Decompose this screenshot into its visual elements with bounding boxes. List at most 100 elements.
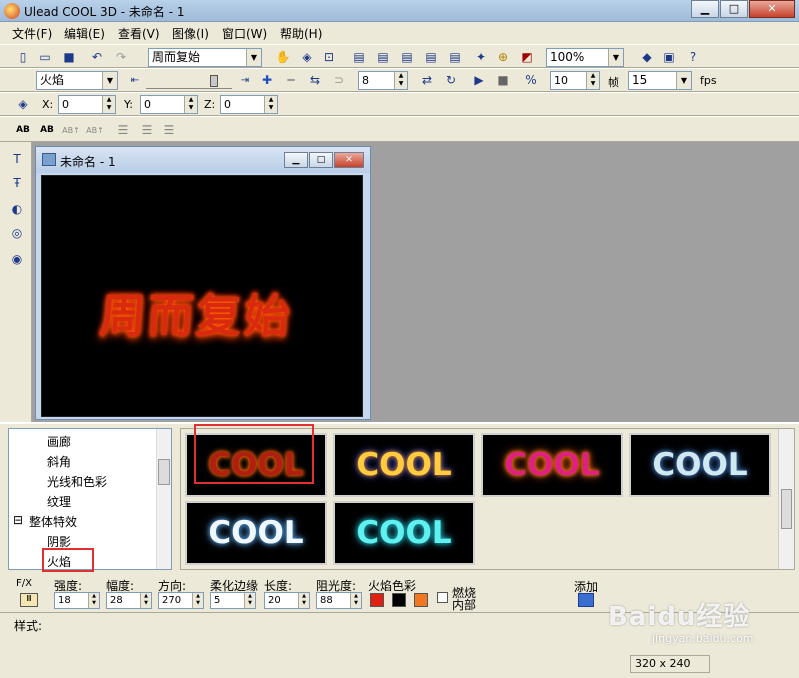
doc-maximize-button[interactable]: □: [309, 152, 333, 168]
opacity-spinner[interactable]: 88 ▲ ▼: [316, 592, 362, 609]
tree-item-gallery[interactable]: 画廊: [47, 433, 71, 450]
style-combo[interactable]: 周而复始 ▼: [148, 48, 262, 67]
fps-combo[interactable]: 15 ▼: [628, 71, 692, 90]
align-icon-2[interactable]: ▤: [374, 48, 392, 66]
reverse-icon[interactable]: ⇆: [306, 71, 324, 89]
x-spinner[interactable]: 0 ▲ ▼: [58, 95, 116, 114]
thumb-fire-3[interactable]: COOL: [481, 433, 623, 497]
amplitude-spinner[interactable]: 28 ▲ ▼: [106, 592, 152, 609]
frames-spinner[interactable]: 10 ▲ ▼: [550, 71, 600, 90]
plugin-icon[interactable]: ✦: [472, 48, 490, 66]
tree-scrollbar[interactable]: [156, 429, 171, 569]
y-spinner[interactable]: 0 ▲ ▼: [140, 95, 198, 114]
zoom-combo[interactable]: 100% ▼: [546, 48, 624, 67]
rotate-object-icon[interactable]: ◈: [298, 48, 316, 66]
thumb-fire-5[interactable]: COOL: [185, 501, 327, 565]
text-style-button-3[interactable]: AB↑: [62, 121, 80, 139]
edit-text-icon[interactable]: Ŧ: [8, 174, 26, 192]
maximize-button[interactable]: □: [720, 0, 748, 18]
editor-icon[interactable]: ◩: [518, 48, 536, 66]
align-right-icon[interactable]: ☰: [160, 121, 178, 139]
doc-minimize-button[interactable]: ▁: [284, 152, 308, 168]
strength-spinner[interactable]: 18 ▲ ▼: [54, 592, 100, 609]
open-folder-icon[interactable]: ▭: [36, 48, 54, 66]
z-spinner[interactable]: 0 ▲ ▼: [220, 95, 278, 114]
tree-item-bevel[interactable]: 斜角: [47, 453, 71, 470]
thumb-fire-6[interactable]: COOL: [333, 501, 475, 565]
cycle-icon[interactable]: ↻: [442, 71, 460, 89]
size-object-icon[interactable]: ⊡: [320, 48, 338, 66]
text-style-button-1[interactable]: AB: [14, 121, 32, 139]
frame-rate-icon[interactable]: %: [522, 71, 540, 89]
export-icon[interactable]: ◆: [638, 48, 656, 66]
remove-keyframe-icon[interactable]: ━: [282, 71, 300, 89]
soft-edge-spinner[interactable]: 5 ▲ ▼: [210, 592, 256, 609]
add-keyframe-icon[interactable]: ✚: [258, 71, 276, 89]
stop-icon[interactable]: ■: [494, 71, 512, 89]
toolbar-position: ◈ X: 0 ▲ ▼ Y: 0 ▲ ▼ Z: 0 ▲ ▼: [0, 92, 799, 116]
tree-scroll-thumb[interactable]: [158, 459, 170, 485]
save-icon[interactable]: ■: [60, 48, 78, 66]
insert-text-icon[interactable]: T: [8, 150, 26, 168]
canvas-fire-text: 周而复始: [97, 289, 294, 343]
object-manager-icon[interactable]: ◉: [8, 250, 26, 268]
gallery-scroll-thumb[interactable]: [781, 489, 792, 529]
menu-help[interactable]: 帮助(H): [280, 25, 322, 42]
timeline-slider[interactable]: [146, 75, 232, 89]
align-center-icon[interactable]: ☰: [138, 121, 156, 139]
menu-view[interactable]: 查看(V): [118, 25, 160, 42]
close-button[interactable]: ✕: [749, 0, 795, 18]
thumb-fire-2[interactable]: COOL: [333, 433, 475, 497]
frame-spinner[interactable]: 8 ▲ ▼: [358, 71, 408, 90]
preview-canvas[interactable]: 周而复始: [41, 175, 363, 417]
image-icon[interactable]: ▣: [660, 48, 678, 66]
align-icon-3[interactable]: ▤: [398, 48, 416, 66]
toolbar-text: AB AB AB↑ AB↑ ☰ ☰ ☰: [0, 116, 799, 142]
effect-combo[interactable]: 火焰 ▼: [36, 71, 118, 90]
document-window: 未命名 - 1 ▁ □ ✕ 周而复始: [35, 146, 371, 420]
text-style-button-4[interactable]: AB↑: [86, 121, 104, 139]
play-icon[interactable]: ▶: [470, 71, 488, 89]
menu-edit[interactable]: 编辑(E): [64, 25, 105, 42]
globe-icon[interactable]: ⊕: [494, 48, 512, 66]
minimize-button[interactable]: ▁: [691, 0, 719, 18]
fire-color-orange-swatch[interactable]: [414, 593, 428, 607]
title-bar: Ulead COOL 3D - 未命名 - 1 ▁ □ ✕: [0, 0, 799, 22]
burn-inner-checkbox[interactable]: [437, 592, 448, 603]
align-icon-1[interactable]: ▤: [350, 48, 368, 66]
fire-color-red-swatch[interactable]: [370, 593, 384, 607]
fire-color-label: 火焰色彩: [368, 579, 417, 593]
length-spinner[interactable]: 20 ▲ ▼: [264, 592, 310, 609]
insert-object-icon[interactable]: ◐: [8, 200, 26, 218]
tree-item-light-color[interactable]: 光线和色彩: [47, 473, 107, 490]
fire-color-black-swatch[interactable]: [392, 593, 406, 607]
loop-icon[interactable]: ⇄: [418, 71, 436, 89]
position-icon[interactable]: ◈: [14, 95, 32, 113]
menu-image[interactable]: 图像(I): [172, 25, 209, 42]
align-left-icon[interactable]: ☰: [114, 121, 132, 139]
thumb-fire-4[interactable]: COOL: [629, 433, 771, 497]
redo-icon[interactable]: ↷: [112, 48, 130, 66]
menu-window[interactable]: 窗口(W): [222, 25, 267, 42]
tree-collapse-icon[interactable]: ⊟: [13, 513, 23, 527]
tree-item-global-fx[interactable]: 整体特效: [29, 513, 77, 530]
new-file-icon[interactable]: ▯: [14, 48, 32, 66]
doc-close-button[interactable]: ✕: [334, 152, 364, 168]
direction-spinner[interactable]: 270 ▲ ▼: [158, 592, 204, 609]
hand-icon[interactable]: ✋: [274, 48, 292, 66]
text-style-button-2[interactable]: AB: [38, 121, 56, 139]
align-icon-4[interactable]: ▤: [422, 48, 440, 66]
help-cursor-icon[interactable]: ?: [684, 48, 702, 66]
fx-icon[interactable]: Ⅲ: [20, 593, 38, 607]
align-icon-5[interactable]: ▤: [446, 48, 464, 66]
menu-file[interactable]: 文件(F): [12, 25, 52, 42]
last-keyframe-icon[interactable]: ⇥: [236, 71, 254, 89]
tree-item-texture[interactable]: 纹理: [47, 493, 71, 510]
add-icon[interactable]: [578, 593, 594, 607]
undo-icon[interactable]: ↶: [88, 48, 106, 66]
first-keyframe-icon[interactable]: ⇤: [126, 71, 144, 89]
gallery-scrollbar[interactable]: [778, 429, 794, 569]
select-object-icon[interactable]: ◎: [8, 224, 26, 242]
ease-icon[interactable]: ⊃: [330, 71, 348, 89]
timeline-thumb[interactable]: [210, 75, 218, 87]
